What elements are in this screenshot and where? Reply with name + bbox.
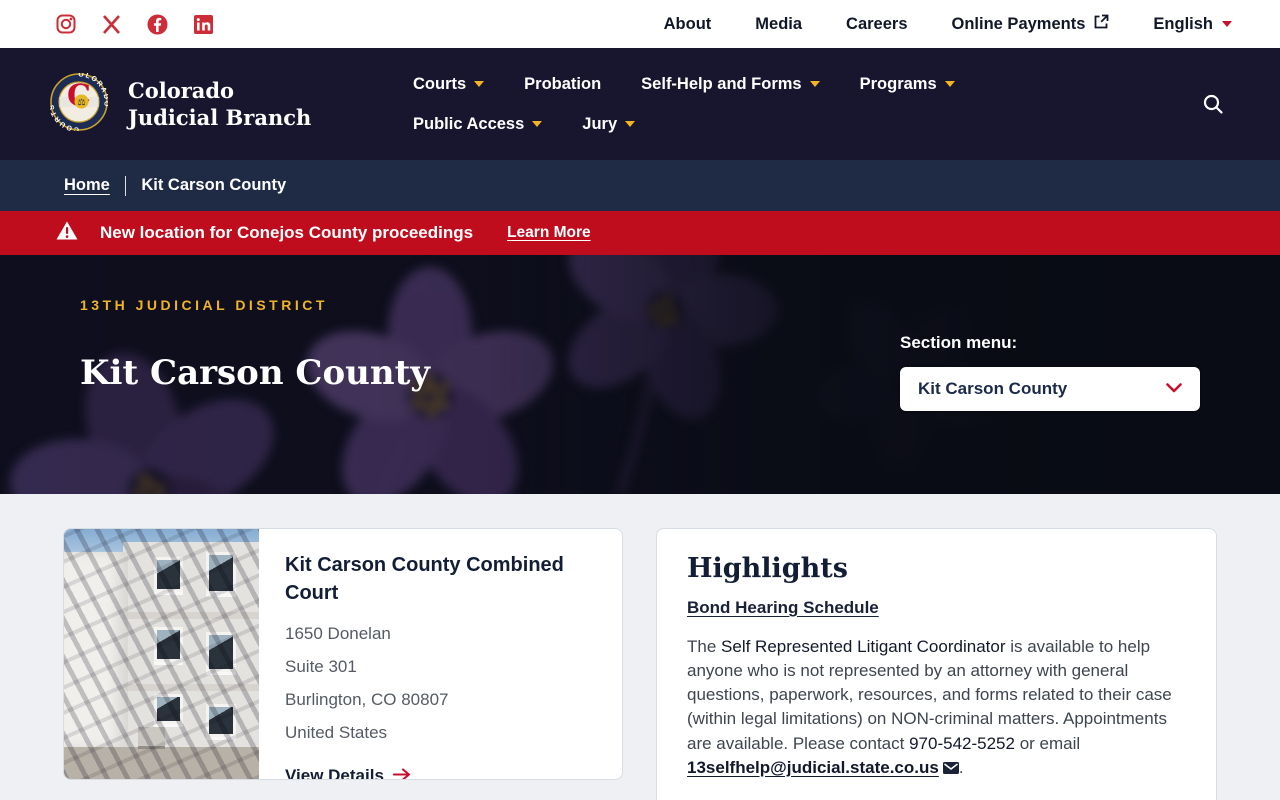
coordinator-paragraph: The Self Represented Litigant Coordinato… xyxy=(687,635,1186,780)
chevron-down-icon xyxy=(625,121,635,132)
phone-number: 970-542-5252 xyxy=(909,734,1015,753)
utility-bar: About Media Careers Online Payments Engl… xyxy=(0,0,1280,48)
nav-label: Probation xyxy=(524,75,601,94)
bond-hearing-schedule-link[interactable]: Bond Hearing Schedule xyxy=(687,598,879,618)
email-link[interactable]: 13selfhelp@judicial.state.co.us xyxy=(687,758,939,777)
section-menu-dropdown[interactable]: Kit Carson County xyxy=(900,367,1200,411)
paragraph-text: The xyxy=(687,637,721,656)
section-menu: Section menu: Kit Carson County xyxy=(900,333,1200,411)
language-selector[interactable]: English xyxy=(1153,15,1232,34)
address-line: United States xyxy=(285,716,585,749)
highlights-card: Highlights Bond Hearing Schedule The Sel… xyxy=(656,528,1217,800)
section-menu-label: Section menu: xyxy=(900,333,1200,353)
main-content: Kit Carson County Combined Court 1650 Do… xyxy=(0,494,1280,800)
courthouse-photo xyxy=(64,529,259,779)
paragraph-text: . xyxy=(959,758,964,777)
breadcrumb: Home Kit Carson County xyxy=(0,160,1280,211)
hero-text: 13TH JUDICIAL DISTRICT Kit Carson County xyxy=(80,297,430,411)
chevron-down-icon xyxy=(1166,380,1182,398)
highlights-title: Highlights xyxy=(687,553,1186,584)
nav-item-courts[interactable]: Courts xyxy=(413,75,484,94)
warning-icon xyxy=(56,221,78,245)
arrow-right-icon xyxy=(393,766,411,780)
hero-banner: 13TH JUDICIAL DISTRICT Kit Carson County… xyxy=(0,255,1280,494)
address-line: Burlington, CO 80807 xyxy=(285,683,585,716)
breadcrumb-divider xyxy=(125,176,127,196)
chevron-down-icon xyxy=(945,81,955,92)
alert-banner: New location for Conejos County proceedi… xyxy=(0,211,1280,255)
utility-links: About Media Careers Online Payments Engl… xyxy=(664,14,1232,34)
brand-name: Colorado Judicial Branch xyxy=(128,77,323,132)
main-header: C ⚖ COLORADO COURTS Colorado Judicial Br… xyxy=(0,48,1280,160)
section-menu-value: Kit Carson County xyxy=(918,379,1067,399)
external-link-icon xyxy=(1094,14,1109,34)
address-line: 1650 Donelan xyxy=(285,617,585,650)
colorado-courts-seal-logo: C ⚖ COLORADO COURTS xyxy=(50,73,108,136)
nav-item-self-help-and-forms[interactable]: Self-Help and Forms xyxy=(641,75,819,94)
location-address: 1650 Donelan Suite 301 Burlington, CO 80… xyxy=(285,617,585,750)
media-link[interactable]: Media xyxy=(755,15,802,34)
nav-label: Public Access xyxy=(413,115,524,134)
chevron-down-icon xyxy=(474,81,484,92)
instagram-icon[interactable] xyxy=(56,14,76,34)
chevron-down-icon xyxy=(1222,21,1232,32)
search-icon xyxy=(1202,93,1224,115)
online-payments-label: Online Payments xyxy=(952,15,1086,34)
district-eyebrow: 13TH JUDICIAL DISTRICT xyxy=(80,297,430,313)
alert-learn-more-link[interactable]: Learn More xyxy=(507,224,591,242)
envelope-icon xyxy=(939,758,959,777)
language-label: English xyxy=(1153,15,1213,34)
view-details-link[interactable]: View Details xyxy=(285,766,585,780)
search-button[interactable] xyxy=(1202,93,1224,115)
svg-text:⚖: ⚖ xyxy=(77,97,85,107)
nav-item-probation[interactable]: Probation xyxy=(524,75,601,94)
nav-label: Courts xyxy=(413,75,466,94)
location-title: Kit Carson County Combined Court xyxy=(285,551,585,607)
breadcrumb-home-link[interactable]: Home xyxy=(64,176,110,195)
about-link[interactable]: About xyxy=(664,15,712,34)
chevron-down-icon xyxy=(532,121,542,132)
alert-message: New location for Conejos County proceedi… xyxy=(100,223,473,243)
nav-item-public-access[interactable]: Public Access xyxy=(413,115,542,134)
chevron-down-icon xyxy=(810,81,820,92)
primary-nav: Courts Probation Self-Help and Forms Pro… xyxy=(413,75,1113,134)
linkedin-icon[interactable] xyxy=(194,15,213,34)
nav-label: Programs xyxy=(860,75,937,94)
brand[interactable]: C ⚖ COLORADO COURTS Colorado Judicial Br… xyxy=(50,73,323,136)
page-title: Kit Carson County xyxy=(80,353,430,393)
x-icon[interactable] xyxy=(102,15,121,34)
courthouse-location-card: Kit Carson County Combined Court 1650 Do… xyxy=(63,528,623,780)
paragraph-text: or email xyxy=(1015,734,1080,753)
online-payments-link[interactable]: Online Payments xyxy=(952,14,1110,34)
nav-label: Self-Help and Forms xyxy=(641,75,801,94)
breadcrumb-current: Kit Carson County xyxy=(141,176,286,195)
nav-item-jury[interactable]: Jury xyxy=(582,115,635,134)
nav-label: Jury xyxy=(582,115,617,134)
address-line: Suite 301 xyxy=(285,650,585,683)
social-links xyxy=(56,14,213,35)
careers-link[interactable]: Careers xyxy=(846,15,907,34)
view-details-label: View Details xyxy=(285,766,384,780)
facebook-icon[interactable] xyxy=(147,14,168,35)
coordinator-name: Self Represented Litigant Coordinator xyxy=(721,637,1005,656)
nav-item-programs[interactable]: Programs xyxy=(860,75,955,94)
